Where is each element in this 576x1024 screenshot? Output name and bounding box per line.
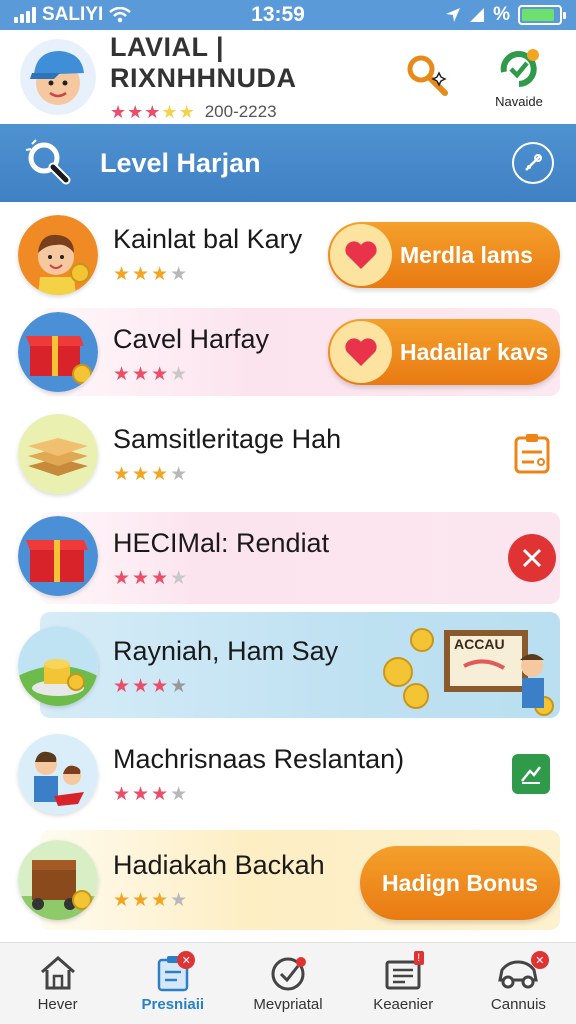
item-title: HECIMal: Rendiat	[113, 528, 330, 558]
refresh-check-icon	[500, 48, 539, 87]
signal-icon	[14, 7, 36, 23]
tab-keaenier[interactable]: ! Keaenier	[346, 943, 461, 1024]
item-title: Hadiakah Backah	[113, 850, 325, 880]
tab-hever[interactable]: Hever	[0, 943, 115, 1024]
clock: 13:59	[251, 3, 305, 26]
button-label: Merdla lams	[400, 241, 533, 268]
battery-icon	[518, 5, 566, 25]
location-icon	[446, 8, 461, 22]
status-bar: SALIYI 13:59 %	[0, 0, 576, 30]
promo-illustration[interactable]: ACCAU	[374, 616, 558, 720]
chart-icon[interactable]	[512, 754, 550, 794]
tab-label: Mevpriatal	[253, 996, 323, 1013]
tab-cannuis[interactable]: ✕ Cannuis	[461, 943, 576, 1024]
level-title: Level Harjan	[100, 147, 261, 178]
item-rating: ★ ★ ★ ★	[113, 676, 188, 697]
gift-box-thumbnail	[18, 312, 98, 392]
item-rating: ★ ★ ★ ★	[113, 890, 188, 911]
button-label: Hadign Bonus	[382, 869, 538, 896]
settings-button[interactable]	[512, 142, 554, 184]
tab-mevpriatal[interactable]: Mevpriatal	[230, 943, 345, 1024]
profile-code: 200-2223	[204, 102, 277, 121]
profile-rating: ★ ★ ★ ★ ★	[110, 102, 195, 122]
sandwich-thumbnail	[18, 414, 98, 494]
item-title: Machrisnaas Reslantan)	[113, 744, 405, 774]
tab-label: Presniaii	[141, 996, 205, 1013]
heart-icon	[330, 224, 392, 286]
close-icon[interactable]	[508, 534, 556, 582]
hadailar-kavs-button[interactable]: Hadailar kavs	[328, 319, 560, 385]
navigate-button[interactable]: Navaide	[482, 46, 556, 109]
gift-box-thumbnail	[18, 516, 98, 596]
item-rating: ★ ★ ★ ★	[113, 784, 188, 805]
notification-badge: !	[413, 951, 424, 965]
level-header: Level Harjan	[0, 124, 576, 202]
list-item[interactable]: Samsitleritage Hah ★ ★ ★ ★	[0, 402, 576, 506]
tab-presniaii[interactable]: ✕ Presniaii	[115, 943, 230, 1024]
tab-label: Hever	[37, 996, 78, 1013]
family-thumbnail	[18, 734, 98, 814]
tab-label: Keaenier	[373, 996, 434, 1013]
profile-header: LAVIAL | RIXNHHNUDA ★ ★ ★ ★ ★ 200-2223 Navai…	[0, 30, 576, 124]
item-title: Cavel Harfay	[113, 324, 270, 354]
item-rating: ★ ★ ★ ★	[113, 568, 188, 589]
heart-icon	[330, 321, 392, 383]
avatar[interactable]	[20, 39, 96, 115]
item-rating: ★ ★ ★ ★	[113, 264, 188, 285]
list-item[interactable]: Rayniah, Ham Say ★ ★ ★ ★ ACCAU	[0, 610, 576, 722]
checkmark-circle-icon	[271, 957, 306, 991]
notification-badge: ✕	[530, 951, 549, 969]
home-icon	[40, 956, 75, 990]
item-title: Kainlat bal Kary	[113, 224, 303, 254]
list-item[interactable]: Cavel Harfay ★ ★ ★ ★ Hadailar kavs	[0, 302, 576, 402]
item-rating: ★ ★ ★ ★	[113, 364, 188, 385]
boy-character-thumbnail	[18, 215, 98, 295]
navigate-label: Navaide	[495, 93, 543, 109]
battery-percent: %	[493, 4, 510, 25]
list-item[interactable]: Hadiakah Backah ★ ★ ★ ★ Hadign Bonus	[0, 826, 576, 934]
item-title: Samsitleritage Hah	[113, 424, 342, 454]
coins-thumbnail	[18, 626, 98, 706]
item-title: Rayniah, Ham Say	[113, 636, 339, 666]
merdla-lams-button[interactable]: Merdla lams	[328, 222, 560, 288]
list-item[interactable]: Machrisnaas Reslantan) ★ ★ ★ ★	[0, 722, 576, 826]
wifi-icon	[109, 7, 132, 23]
list-item[interactable]: HECIMal: Rendiat ★ ★ ★ ★	[0, 506, 576, 610]
profile-name: LAVIAL | RIXNHHNUDA	[110, 32, 297, 93]
signal-strength-icon	[470, 8, 485, 22]
tab-label: Cannuis	[490, 996, 546, 1013]
magnifier-icon[interactable]	[22, 136, 76, 190]
hadign-bonus-button[interactable]: Hadign Bonus	[360, 846, 560, 920]
bottom-navigation: Hever ✕ Presniaii Mevpriatal ! Keaenier …	[0, 942, 576, 1024]
clipboard-icon[interactable]	[510, 432, 554, 476]
treasure-cart-thumbnail	[18, 840, 98, 920]
item-rating: ★ ★ ★ ★	[113, 464, 188, 485]
carrier-name: SALIYI	[42, 4, 104, 25]
wrench-icon	[525, 154, 542, 171]
key-search-icon[interactable]	[402, 50, 456, 104]
promo-sign-text: ACCAU	[454, 636, 505, 652]
list-item[interactable]: Kainlat bal Kary ★ ★ ★ ★ Merdla lams	[0, 202, 576, 308]
button-label: Hadailar kavs	[400, 338, 549, 365]
